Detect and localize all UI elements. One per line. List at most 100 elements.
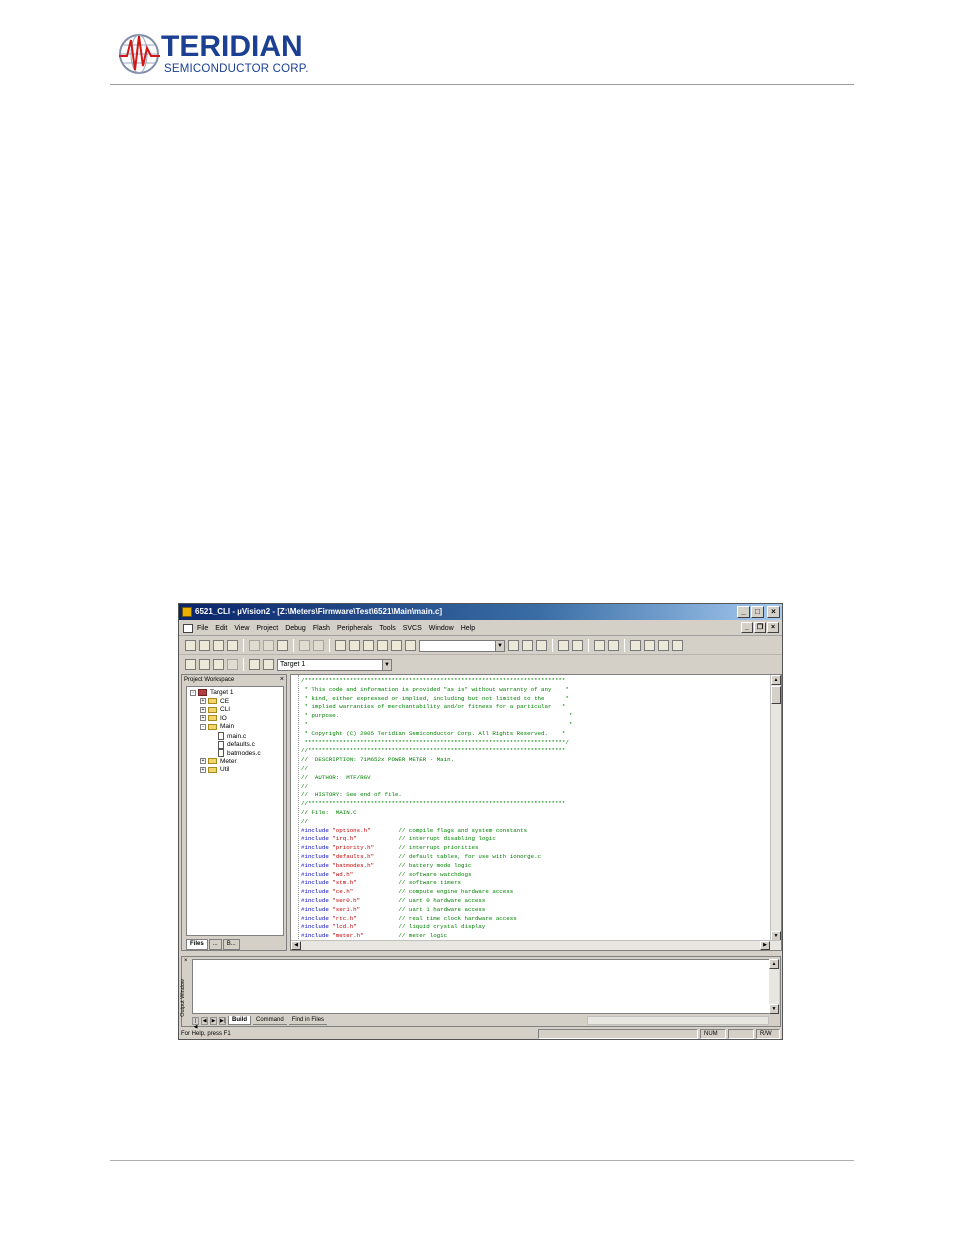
code-line[interactable]: #include "stm.h" // software timers bbox=[301, 879, 761, 888]
kill-breakpoints-icon[interactable] bbox=[672, 640, 683, 651]
menu-project[interactable]: Project bbox=[256, 625, 278, 632]
code-line[interactable]: //**************************************… bbox=[301, 800, 761, 809]
editor-horizontal-scrollbar[interactable]: ◀ ▶ bbox=[291, 940, 781, 950]
menu-view[interactable]: View bbox=[234, 625, 249, 632]
next-bookmark-icon[interactable] bbox=[391, 640, 402, 651]
close-icon[interactable]: × bbox=[280, 675, 284, 685]
expand-icon[interactable]: + bbox=[200, 715, 206, 722]
build-target-icon[interactable] bbox=[199, 659, 210, 670]
code-line[interactable]: // File: MAIN.C bbox=[301, 809, 761, 818]
doc-minimize-button[interactable]: _ bbox=[741, 622, 753, 633]
code-line[interactable]: #include "priority.h" // interrupt prior… bbox=[301, 844, 761, 853]
next-tab-icon[interactable]: ▶ bbox=[210, 1016, 217, 1025]
output-window-icon[interactable] bbox=[608, 640, 619, 651]
maximize-button[interactable]: □ bbox=[751, 606, 764, 618]
workspace-window-icon[interactable] bbox=[594, 640, 605, 651]
close-button[interactable]: × bbox=[767, 606, 780, 618]
code-line[interactable]: // bbox=[301, 818, 761, 827]
bookmark-icon[interactable] bbox=[363, 640, 374, 651]
unindent-icon[interactable] bbox=[349, 640, 360, 651]
editor-vertical-scrollbar[interactable]: ▲ ▼ bbox=[770, 675, 781, 941]
code-text[interactable]: /***************************************… bbox=[301, 677, 761, 941]
minimize-button[interactable]: _ bbox=[737, 606, 750, 618]
code-line[interactable]: * purpose. * bbox=[301, 712, 761, 721]
tree-item[interactable]: + CE bbox=[200, 698, 229, 705]
menu-edit[interactable]: Edit bbox=[215, 625, 227, 632]
code-line[interactable]: * implied warranties of merchantability … bbox=[301, 703, 761, 712]
tree-item[interactable]: + Util bbox=[200, 766, 229, 773]
collapse-icon[interactable]: - bbox=[190, 689, 196, 696]
scroll-right-arrow-icon[interactable]: ▶ bbox=[760, 941, 770, 950]
copy-icon[interactable] bbox=[263, 640, 274, 651]
clear-bookmarks-icon[interactable] bbox=[405, 640, 416, 651]
tab-build[interactable]: Build bbox=[228, 1016, 251, 1025]
indent-icon[interactable] bbox=[335, 640, 346, 651]
doc-restore-button[interactable]: ❐ bbox=[754, 622, 766, 633]
doc-close-button[interactable]: × bbox=[767, 622, 779, 633]
rebuild-all-icon[interactable] bbox=[213, 659, 224, 670]
target-options-icon[interactable] bbox=[263, 659, 274, 670]
code-line[interactable]: // AUTHOR: MTF/RGV bbox=[301, 774, 761, 783]
translate-icon[interactable] bbox=[185, 659, 196, 670]
code-line[interactable]: ****************************************… bbox=[301, 739, 761, 748]
code-line[interactable]: #include "batmodes.h" // battery mode lo… bbox=[301, 862, 761, 871]
find-combo[interactable]: ▼ bbox=[419, 639, 505, 652]
cut-icon[interactable] bbox=[249, 640, 260, 651]
menu-file[interactable]: File bbox=[197, 625, 208, 632]
enable-breakpoint-icon[interactable] bbox=[644, 640, 655, 651]
stop-build-icon[interactable] bbox=[227, 659, 238, 670]
binoculars-icon[interactable] bbox=[508, 640, 519, 651]
code-line[interactable]: #include "ser0.h" // uart 0 hardware acc… bbox=[301, 897, 761, 906]
download-icon[interactable] bbox=[249, 659, 260, 670]
close-icon[interactable]: × bbox=[184, 958, 188, 964]
tree-item[interactable]: - Main bbox=[200, 723, 234, 730]
tree-item[interactable]: main.c bbox=[210, 732, 246, 740]
debug-start-icon[interactable] bbox=[558, 640, 569, 651]
scroll-left-arrow-icon[interactable]: ◀ bbox=[291, 941, 301, 950]
code-line[interactable]: #include "rtc.h" // real time clock hard… bbox=[301, 915, 761, 924]
editor-gutter[interactable] bbox=[291, 675, 299, 941]
code-editor[interactable]: /***************************************… bbox=[290, 674, 782, 951]
code-line[interactable]: #include "defaults.h" // default tables,… bbox=[301, 853, 761, 862]
code-line[interactable]: * Copyright (C) 2005 Teridian Semiconduc… bbox=[301, 730, 761, 739]
code-line[interactable]: //**************************************… bbox=[301, 747, 761, 756]
chevron-down-icon[interactable]: ▼ bbox=[495, 640, 504, 651]
code-line[interactable]: // bbox=[301, 765, 761, 774]
code-line[interactable]: // bbox=[301, 783, 761, 792]
tree-item[interactable]: + Meter bbox=[200, 758, 237, 765]
scroll-up-arrow-icon[interactable]: ▲ bbox=[771, 675, 781, 685]
insert-breakpoint-icon[interactable] bbox=[572, 640, 583, 651]
menu-peripherals[interactable]: Peripherals bbox=[337, 625, 372, 632]
tab-find-in-files[interactable]: Find in Files bbox=[288, 1016, 328, 1025]
code-line[interactable]: // HISTORY: See end of file. bbox=[301, 791, 761, 800]
menu-svcs[interactable]: SVCS bbox=[403, 625, 422, 632]
expand-icon[interactable]: + bbox=[200, 698, 206, 705]
code-line[interactable]: * * bbox=[301, 721, 761, 730]
code-line[interactable]: #include "wd.h" // software watchdogs bbox=[301, 871, 761, 880]
tab-regs[interactable]: ... bbox=[208, 939, 222, 950]
output-text-area[interactable] bbox=[192, 959, 770, 1014]
code-line[interactable]: #include "ce.h" // compute engine hardwa… bbox=[301, 888, 761, 897]
menu-flash[interactable]: Flash bbox=[313, 625, 330, 632]
tree-item[interactable]: - Target 1 bbox=[190, 689, 234, 696]
scroll-down-arrow-icon[interactable]: ▼ bbox=[769, 1004, 779, 1014]
code-line[interactable]: #include "ser1.h" // uart 1 hardware acc… bbox=[301, 906, 761, 915]
tab-books[interactable]: B... bbox=[222, 939, 240, 950]
hand-icon[interactable] bbox=[630, 640, 641, 651]
code-line[interactable]: #include "lcd.h" // liquid crystal displ… bbox=[301, 923, 761, 932]
tree-item[interactable]: + IO bbox=[200, 715, 227, 722]
print-icon[interactable] bbox=[536, 640, 547, 651]
code-line[interactable]: /***************************************… bbox=[301, 677, 761, 686]
open-folder-icon[interactable] bbox=[199, 640, 210, 651]
code-line[interactable]: * This code and information is provided … bbox=[301, 686, 761, 695]
code-line[interactable]: #include "options.h" // compile flags an… bbox=[301, 827, 761, 836]
save-icon[interactable] bbox=[213, 640, 224, 651]
menu-help[interactable]: Help bbox=[461, 625, 475, 632]
menu-window[interactable]: Window bbox=[429, 625, 454, 632]
expand-icon[interactable]: + bbox=[200, 766, 206, 773]
disable-breakpoint-icon[interactable] bbox=[658, 640, 669, 651]
redo-icon[interactable] bbox=[313, 640, 324, 651]
scroll-thumb[interactable] bbox=[771, 686, 781, 704]
expand-icon[interactable]: + bbox=[200, 758, 206, 765]
tab-command[interactable]: Command bbox=[253, 1016, 287, 1025]
